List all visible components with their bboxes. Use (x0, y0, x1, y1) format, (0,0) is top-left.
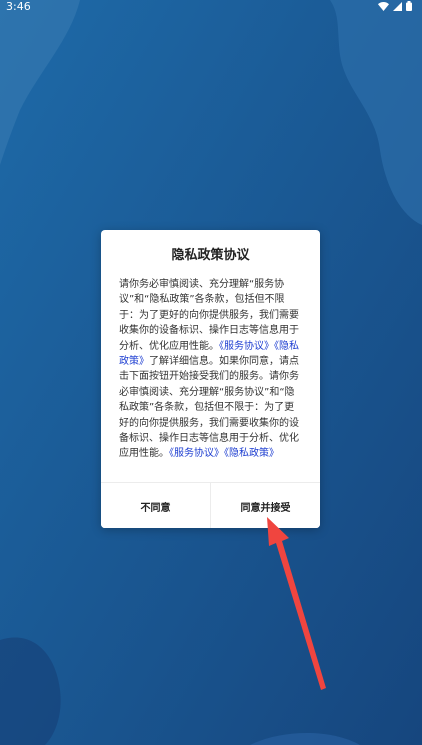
battery-icon (406, 1, 412, 11)
decline-button[interactable]: 不同意 (101, 483, 211, 528)
privacy-dialog: 隐私政策协议 请你务必审慎阅读、充分理解“服务协议”和“隐私政策”各条款，包括但… (101, 230, 320, 528)
accept-button[interactable]: 同意并接受 (211, 483, 320, 528)
privacy-policy-link-2[interactable]: 《隐私政策》 (224, 448, 279, 459)
service-agreement-link-2[interactable]: 《服务协议》 (169, 448, 224, 459)
body-text-2: 了解详细信息。如果你同意，请点击下面按钮开始接受我们的服务。请你务必审慎阅读、充… (119, 356, 299, 460)
signal-icon (393, 1, 402, 11)
status-bar: 3:46 (0, 0, 422, 14)
status-time: 3:46 (6, 0, 31, 13)
app-screen: 3:46 隐私政策协议 请你务必审慎阅读、充分理解“服务协议”和“隐私政策”各条… (0, 0, 422, 745)
service-agreement-link[interactable]: 《服务协议》 (219, 341, 274, 352)
dialog-footer: 不同意 同意并接受 (101, 482, 320, 528)
dialog-body: 请你务必审慎阅读、充分理解“服务协议”和“隐私政策”各条款，包括但不限于：为了更… (119, 277, 302, 499)
wifi-icon (378, 1, 389, 11)
dialog-title: 隐私政策协议 (171, 248, 250, 263)
status-icons (378, 1, 412, 11)
